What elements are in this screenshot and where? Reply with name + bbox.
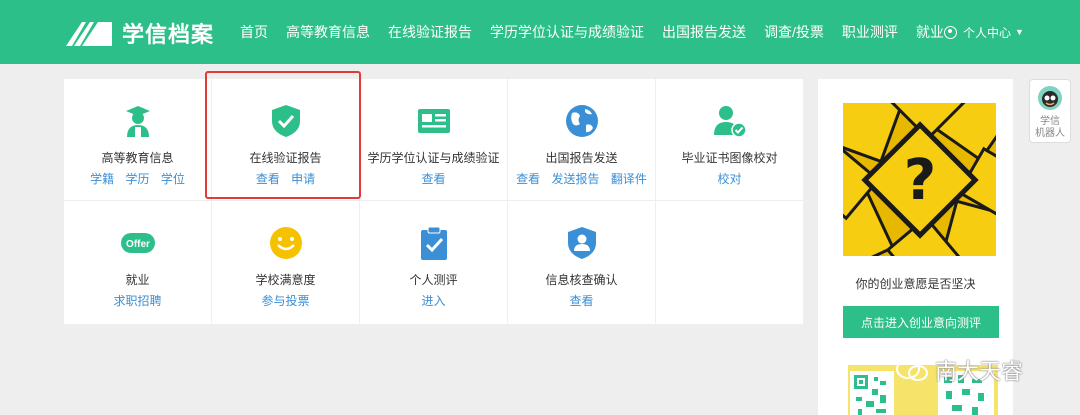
link-view[interactable]: 查看: [516, 172, 540, 186]
link-enter[interactable]: 进入: [421, 294, 445, 308]
link-job-recruitment[interactable]: 求职招聘: [113, 294, 161, 308]
user-center-label: 个人中心: [963, 25, 1012, 40]
question-sign-poster[interactable]: ?: [843, 103, 996, 256]
link-view[interactable]: 查看: [569, 294, 593, 308]
entrepreneurship-test-button[interactable]: 点击进入创业意向测评: [843, 306, 999, 338]
service-info-verification: 信息核查确认 查看: [508, 201, 656, 323]
caret-down-icon: ▼: [1015, 27, 1024, 37]
link-proofread[interactable]: 校对: [717, 172, 741, 186]
service-degree-verification: 学历学位认证与成绩验证 查看: [360, 79, 508, 201]
service-name: 学校满意度: [255, 273, 316, 287]
service-name: 毕业证书图像校对: [681, 151, 778, 165]
service-higher-education: 高等教育信息 学籍 学历 学位: [64, 79, 212, 201]
question-sign-image: ?: [843, 103, 996, 256]
robot-avatar-icon: [1038, 86, 1062, 110]
service-certificate-image-check: 毕业证书图像校对 校对: [656, 79, 803, 201]
book-logo-icon: [66, 22, 112, 46]
nav-career-assessment[interactable]: 职业测评: [842, 22, 898, 42]
user-icon: [944, 25, 957, 39]
graduate-icon: [125, 106, 150, 137]
user-check-icon: [713, 106, 747, 138]
nav-survey-vote[interactable]: 调查/投票: [764, 22, 824, 42]
logo-text: 学信档案: [122, 22, 215, 47]
wechat-watermark: 南大天睿: [895, 356, 1023, 384]
service-name: 高等教育信息: [101, 151, 174, 165]
id-card-icon: [417, 109, 450, 133]
link-translation[interactable]: 翻译件: [611, 172, 647, 186]
user-shield-icon: [567, 227, 596, 259]
link-send-report[interactable]: 发送报告: [551, 172, 599, 186]
watermark-text: 南大天睿: [935, 359, 1024, 384]
smile-icon: [269, 227, 302, 259]
service-personal-assessment: 个人测评 进入: [360, 201, 508, 323]
nav-higher-education[interactable]: 高等教育信息: [286, 22, 370, 42]
service-name: 个人测评: [409, 273, 458, 287]
link-vote[interactable]: 参与投票: [261, 294, 309, 308]
link-education[interactable]: 学历: [125, 172, 149, 186]
logo[interactable]: 学信档案: [64, 16, 214, 50]
nav-online-report[interactable]: 在线验证报告: [388, 22, 472, 42]
top-navbar: 学信档案 首页 高等教育信息 在线验证报告 学历学位认证与成绩验证 出国报告发送…: [0, 0, 1080, 64]
nav-overseas-report[interactable]: 出国报告发送: [662, 22, 746, 42]
chat-robot-widget[interactable]: 学信 机器人: [1029, 79, 1071, 143]
service-name: 就业: [125, 273, 150, 287]
highlight-box: [205, 71, 361, 199]
service-school-satisfaction: 学校满意度 参与投票: [212, 201, 360, 323]
service-name: 信息核查确认: [545, 273, 618, 287]
entrepreneurship-tagline: 你的创业意愿是否坚决: [855, 277, 976, 291]
link-view[interactable]: 查看: [421, 172, 445, 186]
wechat-icon: [896, 359, 928, 381]
link-degree[interactable]: 学位: [161, 172, 185, 186]
link-student-status[interactable]: 学籍: [90, 172, 114, 186]
svg-text:?: ?: [904, 148, 936, 213]
service-name: 学历学位认证与成绩验证: [367, 151, 500, 165]
globe-icon: [565, 105, 598, 137]
robot-label-2: 机器人: [1035, 128, 1065, 139]
nav-employment[interactable]: 就业: [916, 22, 944, 42]
svg-text:Offer: Offer: [126, 239, 150, 250]
service-name: 出国报告发送: [545, 151, 618, 165]
service-employment: Offer 就业 求职招聘: [64, 201, 212, 323]
user-center-menu[interactable]: 个人中心 ▼: [944, 0, 1024, 64]
main-nav: 首页 高等教育信息 在线验证报告 学历学位认证与成绩验证 出国报告发送 调查/投…: [240, 0, 962, 64]
robot-label-1: 学信: [1040, 116, 1060, 127]
nav-degree-verification[interactable]: 学历学位认证与成绩验证: [490, 22, 644, 42]
empty-cell: [656, 201, 803, 323]
clipboard-check-icon: [420, 226, 447, 260]
nav-home[interactable]: 首页: [240, 22, 268, 42]
services-panel: 高等教育信息 学籍 学历 学位 在线验证报告 查看 申请 学历学位认证与成绩验证…: [64, 79, 803, 324]
service-overseas-report: 出国报告发送 查看 发送报告 翻译件: [508, 79, 656, 201]
offer-icon: Offer: [120, 233, 155, 253]
